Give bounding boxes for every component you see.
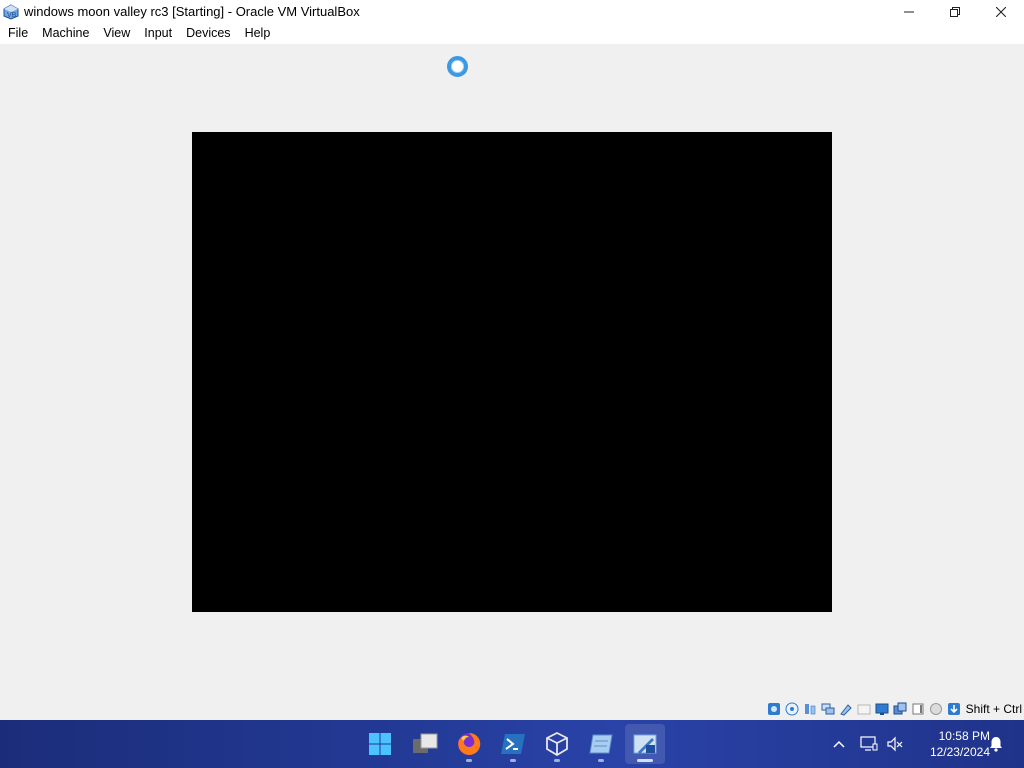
recording-icon[interactable] — [892, 701, 908, 717]
menu-help[interactable]: Help — [238, 23, 278, 44]
virtualbox-vm-running-indicator — [637, 759, 653, 762]
powershell-icon — [501, 734, 525, 754]
close-icon — [996, 6, 1006, 17]
show-hidden-icons-button[interactable] — [828, 720, 850, 768]
windows-start-icon — [369, 733, 391, 755]
display-tray-button[interactable] — [858, 720, 880, 768]
firefox-button[interactable] — [449, 724, 489, 764]
notifications-button[interactable] — [985, 720, 1007, 768]
virtualbox-manager-running-indicator — [554, 759, 560, 762]
hard-disk-icon[interactable] — [766, 701, 782, 717]
minimize-button[interactable] — [886, 0, 932, 23]
mouse-integration-icon[interactable] — [928, 701, 944, 717]
host-key-icon[interactable] — [946, 701, 962, 717]
audio-icon[interactable] — [802, 701, 818, 717]
notes-app-running-indicator — [598, 759, 604, 762]
menu-input[interactable]: Input — [137, 23, 179, 44]
clock-date: 12/23/2024 — [929, 745, 990, 759]
clock-time: 10:58 PM — [938, 729, 990, 743]
minimize-icon — [904, 11, 914, 12]
host-key-label: Shift + Ctrl — [965, 702, 1022, 716]
volume-tray-button[interactable] — [884, 720, 906, 768]
virtualbox-icon: VB — [3, 3, 19, 20]
window-controls — [886, 0, 1024, 23]
virtualbox-vm-button[interactable] — [625, 724, 665, 764]
display-icon[interactable] — [874, 701, 890, 717]
menu-devices[interactable]: Devices — [179, 23, 237, 44]
firefox-running-indicator — [466, 759, 472, 762]
display-tray-icon — [860, 736, 878, 751]
menu-view[interactable]: View — [96, 23, 137, 44]
menu-file[interactable]: File — [1, 23, 35, 44]
title-bar: VB windows moon valley rc3 [Starting] - … — [0, 0, 1024, 23]
vm-status-bar: Shift + Ctrl — [766, 699, 1022, 719]
menu-bar: File Machine View Input Devices Help — [0, 23, 1024, 44]
virtualbox-manager-button[interactable] — [537, 724, 577, 764]
menu-machine[interactable]: Machine — [35, 23, 96, 44]
powershell-running-indicator — [510, 759, 516, 762]
notes-app-icon — [589, 734, 613, 754]
usb-icon[interactable] — [838, 701, 854, 717]
close-button[interactable] — [978, 0, 1024, 23]
notifications-icon — [990, 737, 1002, 752]
virtualbox-vm-icon — [633, 734, 657, 754]
task-view-icon — [413, 733, 438, 753]
network-icon[interactable] — [820, 701, 836, 717]
cpu-icon[interactable] — [910, 701, 926, 717]
vm-display[interactable] — [192, 132, 832, 612]
taskbar-clock[interactable]: 10:58 PM 12/23/2024 — [912, 728, 990, 760]
notes-app-button[interactable] — [581, 724, 621, 764]
show-hidden-icons-icon — [833, 740, 845, 748]
start-button[interactable] — [360, 724, 400, 764]
powershell-button[interactable] — [493, 724, 533, 764]
restore-icon — [950, 6, 960, 17]
shared-folders-icon[interactable] — [856, 701, 872, 717]
vm-content-area — [0, 44, 1024, 720]
volume-muted-icon — [887, 736, 903, 752]
task-view-button[interactable] — [405, 724, 445, 764]
firefox-icon — [458, 732, 481, 755]
virtualbox-manager-icon — [546, 732, 568, 756]
window-title: windows moon valley rc3 [Starting] - Ora… — [24, 4, 360, 19]
optical-drive-icon[interactable] — [784, 701, 800, 717]
windows-taskbar: 10:58 PM 12/23/2024 — [0, 720, 1024, 768]
restore-button[interactable] — [932, 0, 978, 23]
loading-spinner-icon — [447, 56, 468, 77]
svg-text:VB: VB — [7, 12, 17, 19]
